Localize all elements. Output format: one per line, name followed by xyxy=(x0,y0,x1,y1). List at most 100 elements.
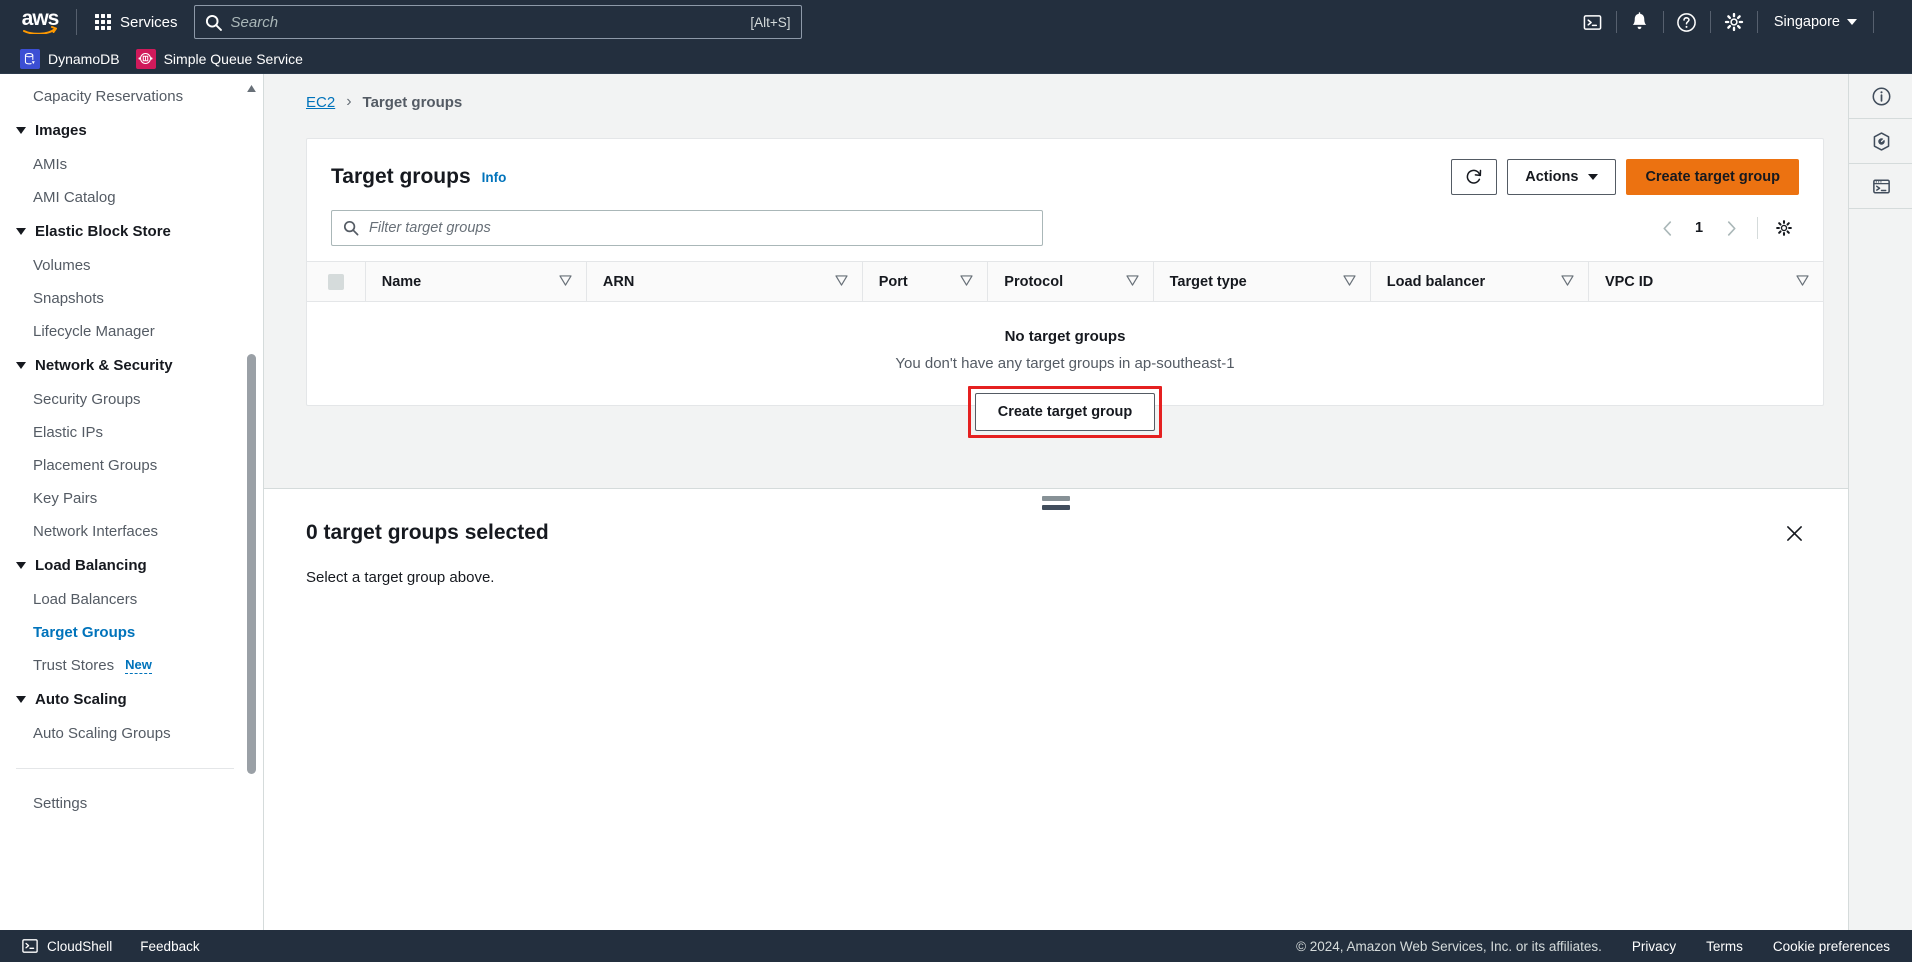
sidebar-group-label: Images xyxy=(35,122,87,139)
sidebar-group-load-balancing[interactable]: Load Balancing xyxy=(0,548,250,583)
sidebar-item-ami-catalog[interactable]: AMI Catalog xyxy=(0,181,250,214)
filter-target-groups-box[interactable] xyxy=(331,210,1043,246)
sort-descending-icon xyxy=(559,273,572,291)
sidebar-item-label: AMI Catalog xyxy=(33,189,116,206)
select-all-checkbox[interactable] xyxy=(327,273,344,290)
split-panel-close-button[interactable] xyxy=(1778,517,1810,549)
sidebar-item-target-groups[interactable]: Target Groups xyxy=(0,616,250,649)
footer-privacy-link[interactable]: Privacy xyxy=(1632,939,1676,954)
footer-cloudshell-button[interactable]: CloudShell xyxy=(22,938,112,954)
sidebar-group-auto-scaling[interactable]: Auto Scaling xyxy=(0,682,250,717)
breadcrumb: EC2 › Target groups xyxy=(264,74,1848,111)
empty-state-subtitle: You don't have any target groups in ap-s… xyxy=(895,355,1235,372)
sidebar-group-label: Load Balancing xyxy=(35,557,147,574)
aws-wordmark: aws xyxy=(21,7,60,30)
pagination-next-button[interactable] xyxy=(1716,213,1746,243)
page-title: Target groups xyxy=(331,165,471,188)
column-header-name[interactable]: Name xyxy=(364,262,586,301)
create-target-group-button[interactable]: Create target group xyxy=(1626,159,1799,195)
sidebar-item-trust-stores[interactable]: Trust Stores New xyxy=(0,649,250,682)
aws-shield-toggle[interactable] xyxy=(1849,119,1912,164)
column-header-label: Load balancer xyxy=(1386,273,1486,290)
pagination-prev-button[interactable] xyxy=(1652,213,1682,243)
scroll-up-arrow-icon[interactable] xyxy=(247,84,256,93)
sidebar-item-auto-scaling-groups[interactable]: Auto Scaling Groups xyxy=(0,717,250,750)
panel-action-group: Actions Create target group xyxy=(1451,159,1799,195)
highlight-annotation: Create target group xyxy=(967,386,1163,438)
empty-state: No target groups You don't have any targ… xyxy=(307,302,1823,438)
sidebar-group-label: Network & Security xyxy=(35,357,173,374)
help-icon[interactable] xyxy=(1664,0,1710,44)
sidebar-item-key-pairs[interactable]: Key Pairs xyxy=(0,482,250,515)
empty-create-target-group-button[interactable]: Create target group xyxy=(974,393,1156,431)
grid-icon xyxy=(95,14,111,30)
sidebar-item-security-groups[interactable]: Security Groups xyxy=(0,383,250,416)
actions-label: Actions xyxy=(1525,169,1579,185)
empty-state-title: No target groups xyxy=(1004,328,1126,345)
sidebar-item-amis[interactable]: AMIs xyxy=(0,148,250,181)
footer-left-group: CloudShell Feedback xyxy=(22,938,200,954)
sidebar-group-images[interactable]: Images xyxy=(0,113,250,148)
sidebar-item-load-balancers[interactable]: Load Balancers xyxy=(0,583,250,616)
sidebar-item-volumes[interactable]: Volumes xyxy=(0,249,250,282)
column-header-target-type[interactable]: Target type xyxy=(1152,262,1370,301)
cloudshell-icon[interactable] xyxy=(1570,0,1616,44)
split-panel-drag-handle[interactable] xyxy=(1042,496,1070,510)
refresh-button[interactable] xyxy=(1451,159,1498,195)
chevron-left-icon xyxy=(1662,220,1671,236)
pagination-page-1[interactable]: 1 xyxy=(1686,220,1712,236)
gear-icon xyxy=(1776,220,1792,236)
sidebar-item-elastic-ips[interactable]: Elastic IPs xyxy=(0,416,250,449)
notifications-icon[interactable] xyxy=(1617,0,1663,44)
pagination: 1 xyxy=(1652,213,1799,243)
sidebar-item-label: Placement Groups xyxy=(33,457,158,474)
sidebar-item-label: Key Pairs xyxy=(33,490,98,507)
main-content: EC2 › Target groups Target groups Info A… xyxy=(264,74,1848,954)
settings-icon[interactable] xyxy=(1711,0,1757,44)
help-panel-toggle[interactable] xyxy=(1849,74,1912,119)
sidebar-item-settings[interactable]: Settings xyxy=(0,787,250,820)
sidebar-group-elastic-block-store[interactable]: Elastic Block Store xyxy=(0,214,250,249)
sidebar-nav-list: Capacity Reservations Images AMIs AMI Catal… xyxy=(0,74,250,954)
region-selector[interactable]: Singapore xyxy=(1758,0,1873,44)
dynamodb-icon xyxy=(20,48,40,69)
services-menu-button[interactable]: Services xyxy=(87,9,186,36)
panel-header: Target groups Info Actions Create target… xyxy=(307,139,1823,195)
info-circle-icon xyxy=(1872,87,1890,105)
info-link[interactable]: Info xyxy=(482,170,507,185)
left-sidebar: Capacity Reservations Images AMIs AMI Catal… xyxy=(0,74,264,954)
pagination-divider xyxy=(1757,217,1758,239)
footer-cookie-preferences-link[interactable]: Cookie preferences xyxy=(1773,939,1890,954)
search-input[interactable] xyxy=(230,13,742,31)
footer-terms-link[interactable]: Terms xyxy=(1706,939,1743,954)
sidebar-item-lifecycle-manager[interactable]: Lifecycle Manager xyxy=(0,315,250,348)
cloudshell-toggle[interactable] xyxy=(1849,164,1912,209)
favorite-dynamodb[interactable]: DynamoDB xyxy=(16,44,132,73)
filter-input[interactable] xyxy=(369,220,1031,236)
column-header-protocol[interactable]: Protocol xyxy=(987,262,1152,301)
aws-logo[interactable]: aws xyxy=(14,7,66,34)
region-label: Singapore xyxy=(1773,14,1840,30)
sidebar-item-network-interfaces[interactable]: Network Interfaces xyxy=(0,515,250,548)
sidebar-scroll-thumb[interactable] xyxy=(247,354,256,774)
column-header-load-balancer[interactable]: Load balancer xyxy=(1369,262,1588,301)
favorite-simple-queue-service[interactable]: Simple Queue Service xyxy=(132,44,315,73)
split-panel: 0 target groups selected Select a target… xyxy=(264,488,1848,954)
sidebar-item-snapshots[interactable]: Snapshots xyxy=(0,282,250,315)
footer-copyright: © 2024, Amazon Web Services, Inc. or its… xyxy=(1296,938,1602,954)
sidebar-item-label: Settings xyxy=(33,795,88,812)
column-header-arn[interactable]: ARN xyxy=(585,262,862,301)
sidebar-scrollbar[interactable] xyxy=(247,74,256,954)
column-header-vpc-id[interactable]: VPC ID xyxy=(1587,262,1823,301)
sidebar-item-label: AMIs xyxy=(33,156,68,173)
sidebar-group-network-security[interactable]: Network & Security xyxy=(0,348,250,383)
column-header-label: Port xyxy=(878,273,908,290)
global-search-bar[interactable]: [Alt+S] xyxy=(193,5,802,39)
breadcrumb-link-ec2[interactable]: EC2 xyxy=(306,94,335,111)
actions-dropdown-button[interactable]: Actions xyxy=(1507,159,1617,195)
sidebar-item-capacity-reservations[interactable]: Capacity Reservations xyxy=(0,80,250,113)
sidebar-item-placement-groups[interactable]: Placement Groups xyxy=(0,449,250,482)
footer-feedback-link[interactable]: Feedback xyxy=(140,939,199,954)
column-header-port[interactable]: Port xyxy=(861,262,988,301)
table-preferences-button[interactable] xyxy=(1769,213,1799,243)
